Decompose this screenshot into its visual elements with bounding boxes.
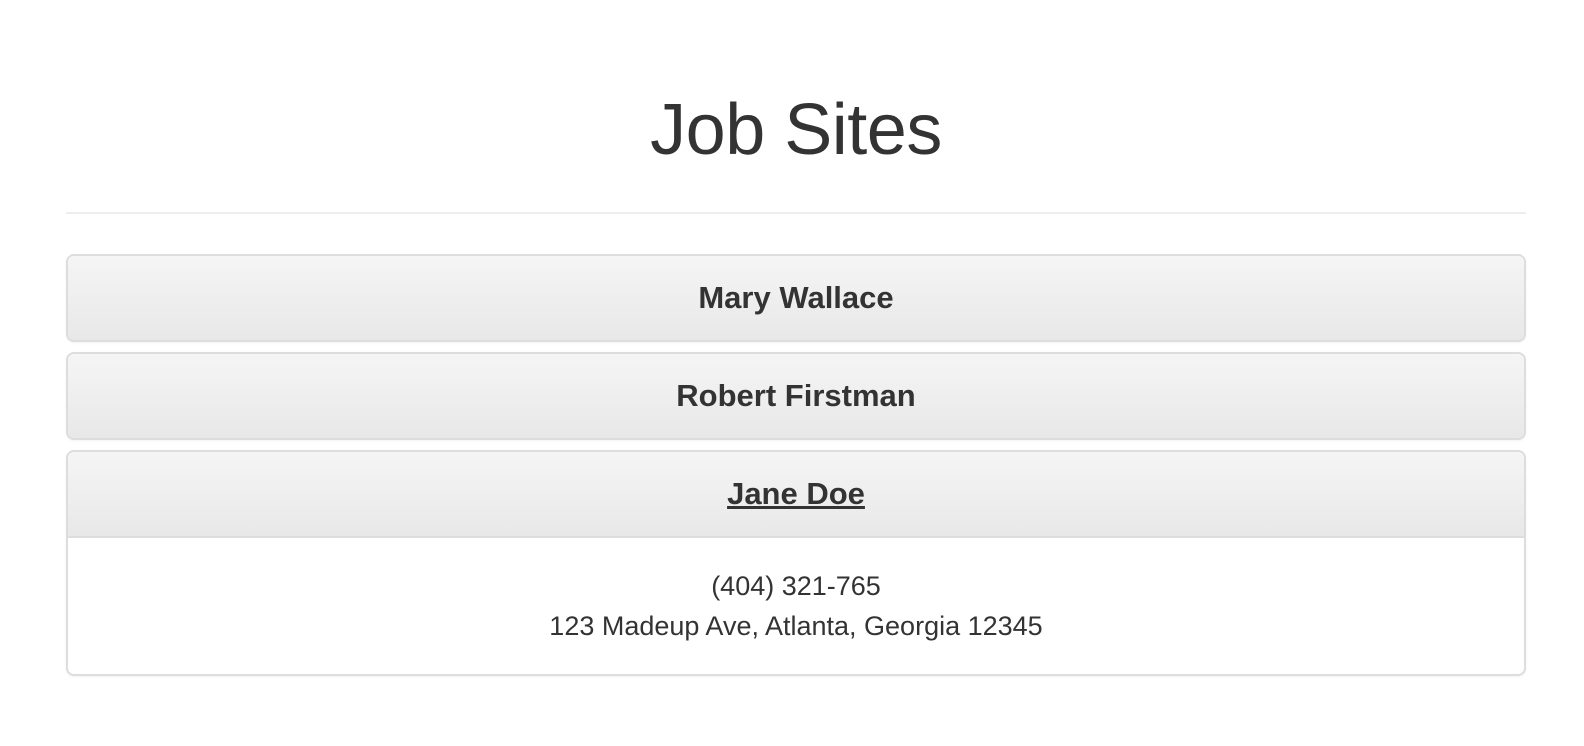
panel-robert-firstman: Robert Firstman bbox=[66, 352, 1526, 440]
page-title: Job Sites bbox=[650, 90, 942, 170]
address: 123 Madeup Ave, Atlanta, Georgia 12345 bbox=[549, 611, 1043, 641]
panel-heading-jane-doe[interactable]: Jane Doe bbox=[68, 452, 1524, 536]
phone-number: (404) 321-765 bbox=[711, 571, 881, 601]
panel-title[interactable]: Jane Doe bbox=[727, 476, 865, 512]
panel-title[interactable]: Mary Wallace bbox=[698, 280, 893, 316]
page: Job Sites Mary Wallace Robert Firstman J… bbox=[0, 0, 1584, 746]
panel-title[interactable]: Robert Firstman bbox=[676, 378, 915, 414]
panel-heading-robert-firstman[interactable]: Robert Firstman bbox=[68, 354, 1524, 438]
panel-heading-mary-wallace[interactable]: Mary Wallace bbox=[68, 256, 1524, 340]
panel-mary-wallace: Mary Wallace bbox=[66, 254, 1526, 342]
panel-body-jane-doe: (404) 321-765 123 Madeup Ave, Atlanta, G… bbox=[68, 536, 1524, 674]
page-header: Job Sites bbox=[66, 0, 1526, 214]
job-sites-accordion: Mary Wallace Robert Firstman Jane Doe (4… bbox=[66, 254, 1526, 686]
panel-jane-doe: Jane Doe (404) 321-765 123 Madeup Ave, A… bbox=[66, 450, 1526, 676]
